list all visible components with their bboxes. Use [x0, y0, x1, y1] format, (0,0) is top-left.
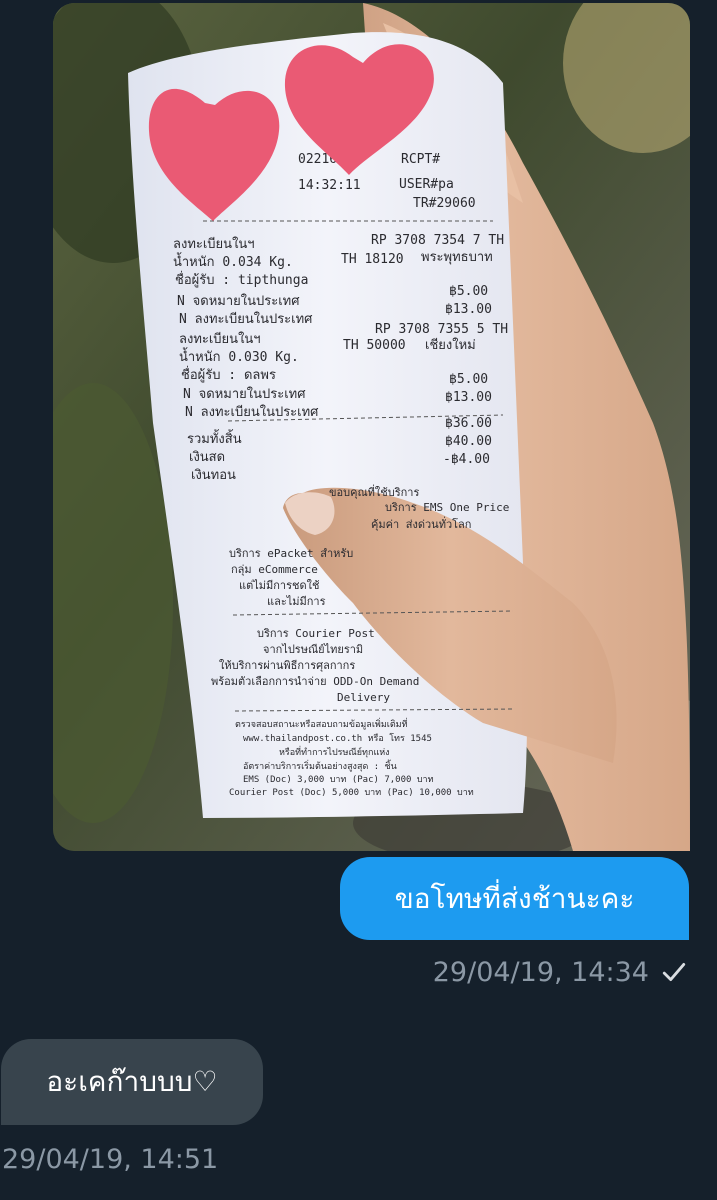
receipt-line: ชื่อผู้รับ : ดลพร — [181, 366, 276, 383]
receipt-line: เชียงใหม่ — [425, 337, 476, 353]
receipt-line: ฿13.00 — [445, 390, 492, 405]
receipt-line: ฿5.00 — [449, 372, 488, 387]
incoming-timestamp: 29/04/19, 14:51 — [2, 1143, 219, 1175]
receipt-line: น้ำหนัก 0.030 Kg. — [179, 347, 299, 365]
receipt-line: N ลงทะเบียนในประเทศ — [185, 404, 319, 420]
receipt-line: แต่ไม่มีการชดใช้ — [239, 579, 319, 592]
receipt-line: น้ำหนัก 0.034 Kg. — [173, 252, 293, 270]
receipt-line: จากไปรษณีย์ไทยรามิ — [263, 643, 363, 656]
receipt-line: ฿13.00 — [445, 302, 492, 317]
receipt-line: Courier Post (Doc) 5,000 บาท (Pac) 10,00… — [229, 788, 474, 798]
receipt-line: บริการ EMS One Price — [385, 501, 509, 514]
receipt-line: เงินทอน — [191, 468, 236, 483]
receipt-line: RP 3708 7354 7 TH — [371, 233, 504, 248]
outgoing-message-meta: 29/04/19, 14:34 — [433, 953, 687, 991]
receipt-line: ขอบคุณที่ใช้บริการ — [329, 484, 419, 499]
receipt-line: ลงทะเบียนในฯ — [179, 331, 261, 347]
receipt-line: คุ้มค่า ส่งด่วนทั่วโลก — [371, 516, 471, 531]
receipt-line: บริการ ePacket สำหรับ — [229, 547, 353, 560]
receipt-line: N ลงทะเบียนในประเทศ — [179, 311, 313, 327]
receipt-line: ให้บริการผ่านพิธีการศุลกากร — [219, 659, 355, 672]
receipt-line: TR#29060 — [413, 196, 476, 211]
receipt-line: RCPT# — [401, 152, 440, 167]
receipt-line: บริการ Courier Post — [257, 627, 375, 640]
incoming-message-meta: 29/04/19, 14:51 — [2, 1140, 218, 1178]
receipt-line: พระพุทธบาท — [421, 250, 493, 265]
receipt-line: RP 3708 7355 5 TH — [375, 322, 508, 337]
receipt-line: N จดหมายในประเทศ — [183, 386, 306, 402]
receipt-line: เงินสด — [189, 450, 225, 465]
receipt-line: พร้อมตัวเลือกการนำจ่าย ODD-On Demand — [211, 675, 419, 688]
receipt-photo: 02216 14:32:11 RCPT# USER#pa TR#29060 ลง… — [53, 3, 690, 851]
receipt-line: -฿4.00 — [443, 452, 490, 467]
photo-message[interactable]: 02216 14:32:11 RCPT# USER#pa TR#29060 ลง… — [53, 3, 690, 851]
receipt-line: TH 50000 — [343, 338, 406, 353]
receipt-line: EMS (Doc) 3,000 บาท (Pac) 7,000 บาท — [243, 775, 434, 785]
outgoing-timestamp: 29/04/19, 14:34 — [432, 956, 649, 988]
receipt-line: USER#pa — [399, 177, 454, 192]
receipt-line: N จดหมายในประเทศ — [177, 293, 300, 309]
check-icon — [662, 963, 686, 981]
receipt-line: TH 18120 — [341, 252, 404, 267]
receipt-line: 14:32:11 — [298, 178, 361, 193]
receipt-line: กลุ่ม eCommerce — [231, 563, 318, 576]
receipt-line: ชื่อผู้รับ : tipthunga — [175, 271, 308, 288]
incoming-message-text: อะเคก๊าบบบ♡ — [46, 1065, 218, 1098]
receipt-line: Delivery — [337, 691, 390, 704]
receipt-line: ลงทะเบียนในฯ — [173, 236, 255, 252]
receipt-line: www.thailandpost.co.th หรือ โทร 1545 — [243, 733, 432, 744]
receipt-line: ฿40.00 — [445, 434, 492, 449]
incoming-message-bubble[interactable]: อะเคก๊าบบบ♡ — [1, 1039, 263, 1125]
receipt-line: ฿5.00 — [449, 284, 488, 299]
chat-thread: 02216 14:32:11 RCPT# USER#pa TR#29060 ลง… — [0, 0, 717, 1200]
receipt-line: ฿36.00 — [445, 416, 492, 431]
receipt-line: และไม่มีการ — [267, 595, 326, 608]
outgoing-message-text: ขอโทษที่ส่งช้านะคะ — [394, 881, 635, 915]
outgoing-message-bubble[interactable]: ขอโทษที่ส่งช้านะคะ — [340, 857, 689, 940]
receipt-line: รวมทั้งสิ้น — [187, 429, 242, 447]
